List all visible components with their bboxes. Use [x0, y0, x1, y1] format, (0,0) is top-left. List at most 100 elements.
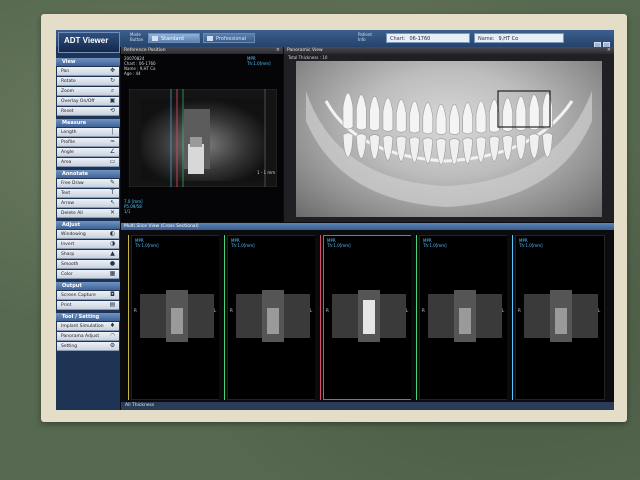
overlay-icon: ▣: [109, 97, 116, 104]
color-icon: ▦: [109, 270, 116, 277]
tool-windowing-button[interactable]: Windowing ◐: [57, 230, 119, 239]
zoom-icon: ⌕: [110, 87, 115, 94]
upper-tooth: [356, 94, 367, 131]
tool-label: Smooth: [61, 262, 79, 267]
tool-label: Arrow: [61, 201, 75, 206]
tool-label: Windowing: [61, 232, 86, 237]
tool-panorama-adjust-button[interactable]: Panorama Adjust ◠: [57, 332, 119, 341]
tool-label: Setting: [61, 344, 78, 349]
tool-label: Area: [61, 160, 72, 165]
tool-label: Delete All: [61, 211, 83, 216]
tool-text-button[interactable]: Text T: [57, 189, 119, 198]
gear-icon: ⚙: [109, 342, 116, 349]
tool-screen-capture-button[interactable]: Screen Capture ◘: [57, 291, 119, 300]
tool-pan-button[interactable]: Pan ✥: [57, 67, 119, 76]
slice-ruler: [507, 235, 513, 400]
close-icon[interactable]: ×: [607, 47, 611, 53]
tool-reset-button[interactable]: Reset ⟲: [57, 107, 119, 116]
upper-tooth: [462, 102, 473, 135]
reference-mpr-label: MPR Th:1.0[mm]: [247, 56, 271, 66]
reference-panel-header: Reference Position ×: [121, 47, 283, 54]
tool-zoom-button[interactable]: Zoom ⌕: [57, 87, 119, 96]
slice-ruler: [219, 235, 225, 400]
tool-overlay-on-off-button[interactable]: Overlay On/Off ▣: [57, 97, 119, 106]
tool-implant-simulation-button[interactable]: Implant Simulation ♦: [57, 322, 119, 331]
upper-tooth: [449, 103, 460, 135]
tool-sharp-button[interactable]: Sharp ▲: [57, 250, 119, 259]
length-icon: │: [110, 128, 115, 135]
tool-profile-button[interactable]: Profile ≈: [57, 138, 119, 147]
slice-mpr-label: MPR Th:1.0[mm]: [423, 238, 447, 248]
tool-label: Length: [61, 130, 77, 135]
sidebar-section-tool-setting: Tool / Setting: [56, 313, 120, 321]
windowing-icon: ◐: [109, 230, 116, 237]
tool-label: Print: [61, 303, 72, 308]
sidebar-section-output: Output: [56, 282, 120, 290]
implant-icon: ♦: [109, 322, 116, 329]
status-bar: All Thickness: [121, 402, 614, 410]
lower-tooth: [382, 135, 394, 161]
panoramic-image[interactable]: [296, 61, 602, 217]
top-toolbar: Mode Button Standard Professional Patien…: [56, 30, 614, 49]
move-icon: ✥: [109, 67, 116, 74]
panoramic-view-panel: Panoramic View × Total Thickness : 10: [284, 47, 614, 222]
tool-length-button[interactable]: Length │: [57, 128, 119, 137]
name-field: Name: 9,HT Co: [474, 33, 564, 43]
slice-mpr-label: MPR Th:1.0[mm]: [327, 238, 351, 248]
multi-slice-header: Multi Slice View (Cross Sectional): [121, 223, 614, 230]
mode-standard-button[interactable]: Standard: [148, 33, 200, 43]
reference-ct-image[interactable]: [129, 89, 277, 187]
name-value: 9,HT Co: [498, 36, 519, 42]
upper-tooth: [409, 100, 420, 134]
tool-free-draw-button[interactable]: Free Draw ✎: [57, 179, 119, 188]
reference-patient-info: 20070824 Chart : 06-1760 Name : 9,HT Co …: [124, 56, 156, 76]
slice-right-marker: L: [598, 308, 601, 313]
tool-label: Angle: [61, 150, 74, 155]
sidebar-section-annotate: Annotate: [56, 170, 120, 178]
upper-tooth: [542, 92, 553, 130]
tool-label: Profile: [61, 140, 75, 145]
tool-invert-button[interactable]: Invert ◑: [57, 240, 119, 249]
print-icon: ▤: [109, 301, 116, 308]
upper-tooth: [382, 97, 394, 132]
cross-section-slice[interactable]: MPR Th:1.0[mm] R L: [131, 235, 221, 400]
tool-label: Panorama Adjust: [61, 334, 100, 339]
slice-right-marker: L: [310, 308, 313, 313]
tool-color-button[interactable]: Color ▦: [57, 270, 119, 279]
slice-ruler: [315, 235, 321, 400]
tool-label: Pan: [61, 69, 70, 74]
tool-arrow-button[interactable]: Arrow ↖: [57, 199, 119, 208]
tool-rotate-button[interactable]: Rotate ↻: [57, 77, 119, 86]
slice-left-marker: R: [326, 308, 329, 313]
slice-ruler: [411, 235, 417, 400]
chart-field: Chart: 06-1760: [386, 33, 470, 43]
mode-professional-button[interactable]: Professional: [203, 33, 255, 43]
tool-delete-all-button[interactable]: Delete All ✕: [57, 209, 119, 218]
sidebar-section-measure: Measure: [56, 119, 120, 127]
sidebar-section-view: View: [56, 58, 120, 66]
cross-section-slice[interactable]: MPR Th:1.0[mm] R L: [515, 235, 605, 400]
rotate-icon: ↻: [109, 77, 116, 84]
tool-smooth-button[interactable]: Smooth ●: [57, 260, 119, 269]
cross-section-slice[interactable]: MPR Th:1.0[mm] R L: [419, 235, 509, 400]
tool-setting-button[interactable]: Setting ⚙: [57, 342, 119, 351]
upper-tooth: [435, 103, 447, 135]
name-key: Name:: [478, 36, 495, 42]
cross-section-slice[interactable]: MPR Th:1.0[mm] R L: [227, 235, 317, 400]
cross-section-slice[interactable]: MPR Th:1.0[mm] R L: [323, 235, 413, 400]
reference-position-panel: Reference Position × 20070824 Chart : 06…: [121, 47, 283, 222]
slice-mpr-label: MPR Th:1.0[mm]: [519, 238, 543, 248]
tool-area-button[interactable]: Area ▭: [57, 158, 119, 167]
slice-right-marker: L: [406, 308, 409, 313]
multi-slice-title: Multi Slice View (Cross Sectional): [124, 224, 199, 229]
panoramic-panel-header: Panoramic View ×: [284, 47, 614, 54]
smooth-icon: ●: [109, 260, 116, 267]
camera-icon: ◘: [110, 291, 115, 298]
reference-bottom-info: 7.0 [mm] P5.09/58 1/1: [124, 199, 143, 214]
pen-icon: ✎: [109, 179, 116, 186]
text-icon: T: [110, 189, 115, 196]
tool-angle-button[interactable]: Angle ∠: [57, 148, 119, 157]
upper-tooth: [422, 102, 434, 135]
tool-print-button[interactable]: Print ▤: [57, 301, 119, 310]
close-icon[interactable]: ×: [276, 47, 280, 53]
